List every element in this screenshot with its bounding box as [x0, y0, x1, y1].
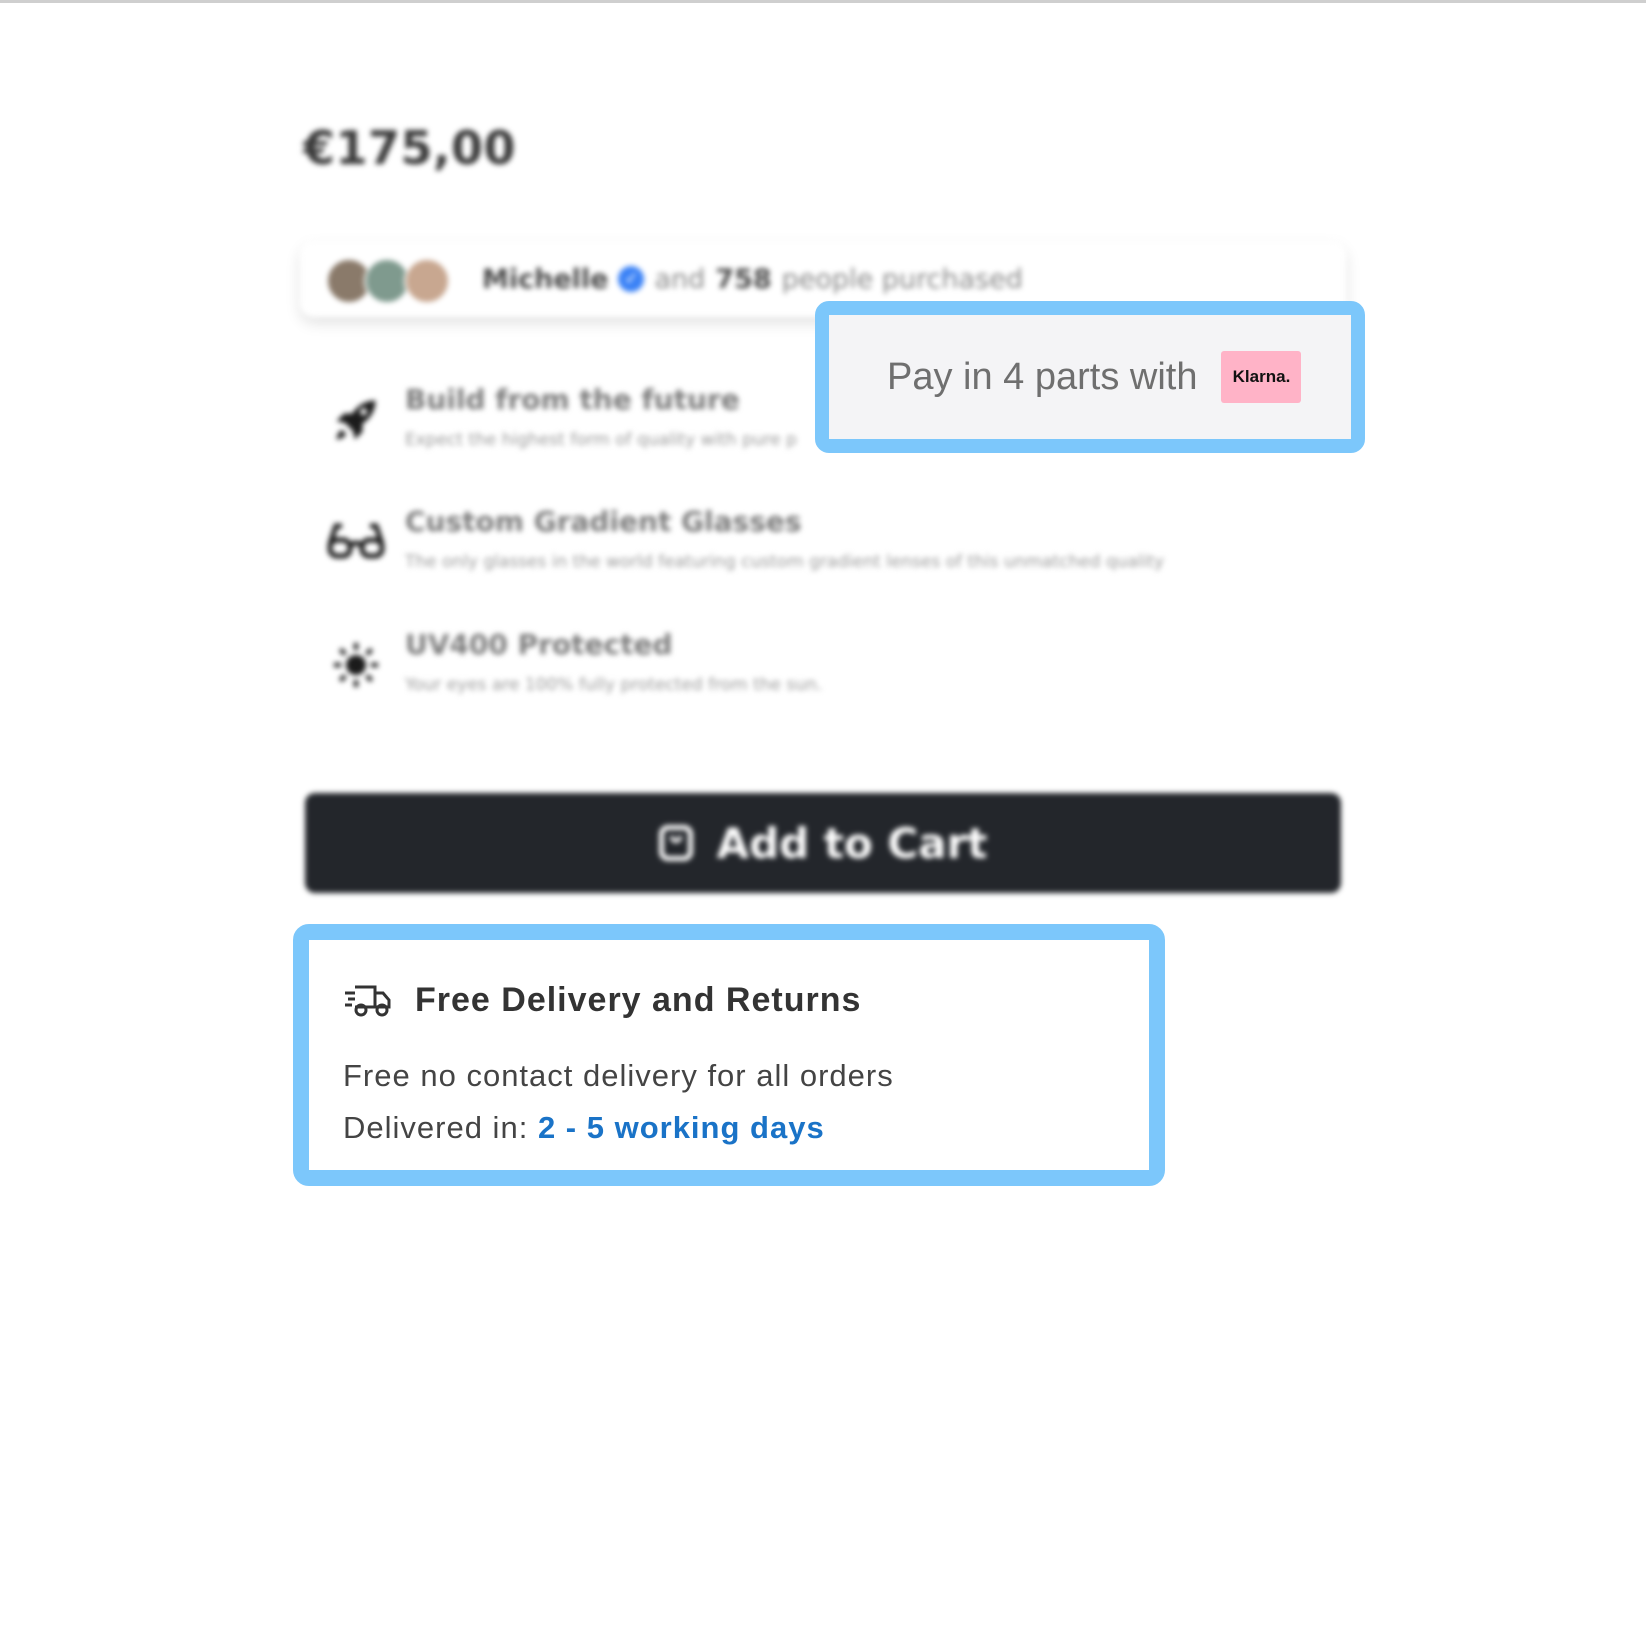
avatar	[404, 258, 450, 304]
feature-item-future: Build from the future Expect the highest…	[325, 383, 797, 451]
product-page: €175,00 Michelle ✓ and 758 people purcha…	[0, 0, 1646, 1646]
klarna-logo: Klarna.	[1221, 351, 1302, 403]
truck-icon	[343, 980, 393, 1020]
avatar-group	[326, 254, 466, 304]
rocket-icon	[325, 389, 387, 451]
add-to-cart-label: Add to Cart	[716, 818, 988, 868]
shopping-bag-icon	[658, 825, 693, 861]
feature-title: Build from the future	[405, 383, 740, 416]
verified-check-icon: ✓	[618, 266, 645, 292]
delivery-info-box: Free Delivery and Returns Free no contac…	[293, 924, 1165, 1186]
delivery-days: 2 - 5 working days	[537, 1110, 825, 1145]
delivery-time-prefix: Delivered in:	[343, 1110, 529, 1145]
feature-description: The only glasses in the world featuring …	[405, 552, 1165, 572]
sun-icon	[325, 634, 387, 696]
buyer-name: Michelle	[482, 263, 609, 295]
delivery-line-contact: Free no contact delivery for all orders	[343, 1058, 894, 1093]
feature-description: Expect the highest form of quality with …	[405, 430, 797, 450]
feature-title: UV400 Protected	[405, 628, 673, 661]
delivery-line-time: Delivered in: 2 - 5 working days	[343, 1110, 825, 1146]
klarna-text: Pay in 4 parts with	[887, 355, 1198, 398]
add-to-cart-button[interactable]: Add to Cart	[305, 793, 1341, 893]
social-and: and	[654, 263, 706, 295]
social-proof-text: Michelle ✓ and 758 people purchased	[482, 264, 1023, 295]
glasses-icon	[325, 511, 387, 573]
feature-title: Custom Gradient Glasses	[405, 505, 802, 538]
feature-item-uv: UV400 Protected Your eyes are 100% fully…	[325, 628, 822, 696]
klarna-payment-banner[interactable]: Pay in 4 parts with Klarna.	[815, 301, 1365, 453]
feature-item-glasses: Custom Gradient Glasses The only glasses…	[325, 505, 1164, 573]
social-suffix: people purchased	[781, 263, 1023, 295]
delivery-title: Free Delivery and Returns	[415, 980, 862, 1019]
product-price: €175,00	[303, 121, 517, 175]
purchase-count: 758	[715, 263, 772, 295]
feature-description: Your eyes are 100% fully protected from …	[405, 675, 823, 695]
